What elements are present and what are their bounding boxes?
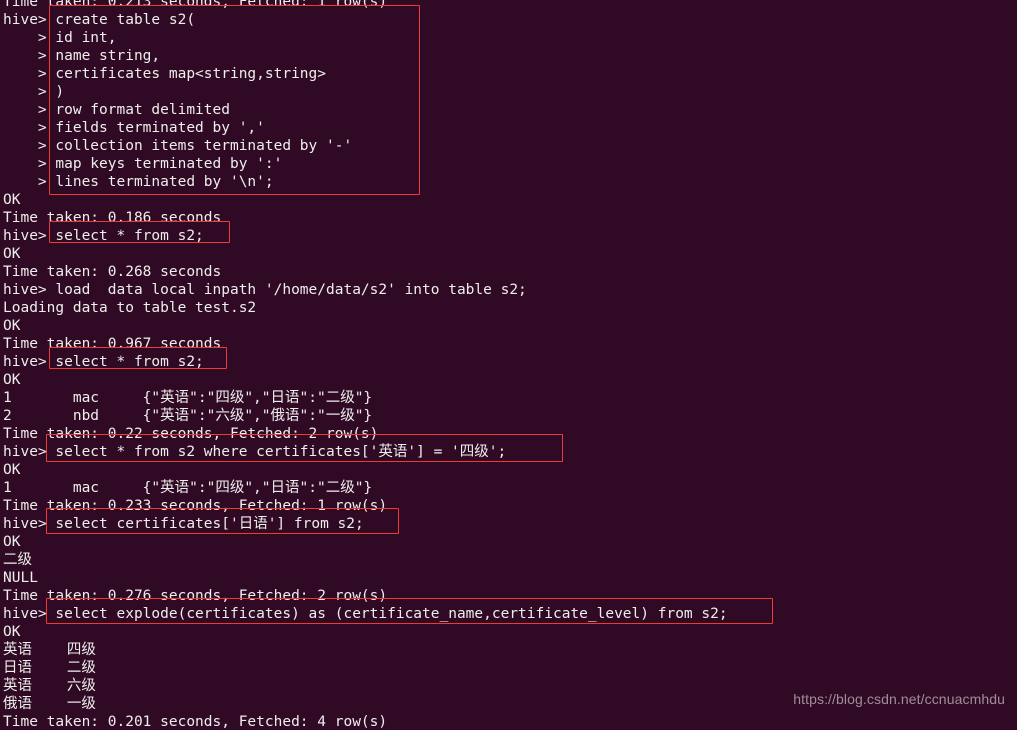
terminal-line: 英语 四级 — [3, 642, 96, 658]
terminal-line: 日语 二级 — [3, 660, 96, 676]
terminal-line: 二级 — [3, 552, 32, 568]
terminal-line: > ) — [3, 84, 65, 100]
terminal-line: hive> select * from s2; — [3, 354, 204, 370]
terminal-line: Time taken: 0.233 seconds, Fetched: 1 ro… — [3, 498, 388, 514]
terminal-line: OK — [3, 192, 21, 208]
terminal-line: Time taken: 0.201 seconds, Fetched: 4 ro… — [3, 714, 388, 730]
terminal-line: NULL — [3, 570, 38, 586]
terminal-line: OK — [3, 624, 21, 640]
terminal-line: > fields terminated by ',' — [3, 120, 265, 136]
terminal-line: OK — [3, 534, 21, 550]
terminal-window[interactable]: Time taken: 0.213 seconds, Fetched: 1 ro… — [0, 0, 1017, 730]
terminal-line: hive> create table s2( — [3, 12, 196, 28]
terminal-line: Time taken: 0.967 seconds — [3, 336, 222, 352]
terminal-line: > name string, — [3, 48, 161, 64]
terminal-line: > map keys terminated by ':' — [3, 156, 283, 172]
terminal-line: 1 mac {"英语":"四级","日语":"二级"} — [3, 390, 373, 406]
terminal-line: > row format delimited — [3, 102, 230, 118]
terminal-line: 1 mac {"英语":"四级","日语":"二级"} — [3, 480, 373, 496]
terminal-line: OK — [3, 372, 21, 388]
terminal-line: OK — [3, 246, 21, 262]
terminal-line: > lines terminated by '\n'; — [3, 174, 274, 190]
terminal-line: hive> select * from s2 where certificate… — [3, 444, 507, 460]
terminal-line: Time taken: 0.22 seconds, Fetched: 2 row… — [3, 426, 379, 442]
terminal-line: hive> select explode(certificates) as (c… — [3, 606, 728, 622]
csdn-watermark: https://blog.csdn.net/ccnuacmhdu — [793, 691, 1005, 707]
terminal-line: Time taken: 0.268 seconds — [3, 264, 222, 280]
terminal-line: 2 nbd {"英语":"六级","俄语":"一级"} — [3, 408, 373, 424]
terminal-line: hive> load data local inpath '/home/data… — [3, 282, 527, 298]
terminal-line: Time taken: 0.213 seconds, Fetched: 1 ro… — [3, 0, 388, 10]
terminal-line: > certificates map<string,string> — [3, 66, 327, 82]
terminal-line: OK — [3, 462, 21, 478]
terminal-line: hive> select certificates['日语'] from s2; — [3, 516, 364, 532]
terminal-line: Loading data to table test.s2 — [3, 300, 257, 316]
terminal-line: hive> select * from s2; — [3, 228, 204, 244]
terminal-line: Time taken: 0.276 seconds, Fetched: 2 ro… — [3, 588, 388, 604]
terminal-line: > collection items terminated by '-' — [3, 138, 353, 154]
terminal-screen: Time taken: 0.213 seconds, Fetched: 1 ro… — [0, 0, 1017, 730]
terminal-line: OK — [3, 318, 21, 334]
terminal-line: Time taken: 0.186 seconds — [3, 210, 222, 226]
terminal-line: > id int, — [3, 30, 117, 46]
